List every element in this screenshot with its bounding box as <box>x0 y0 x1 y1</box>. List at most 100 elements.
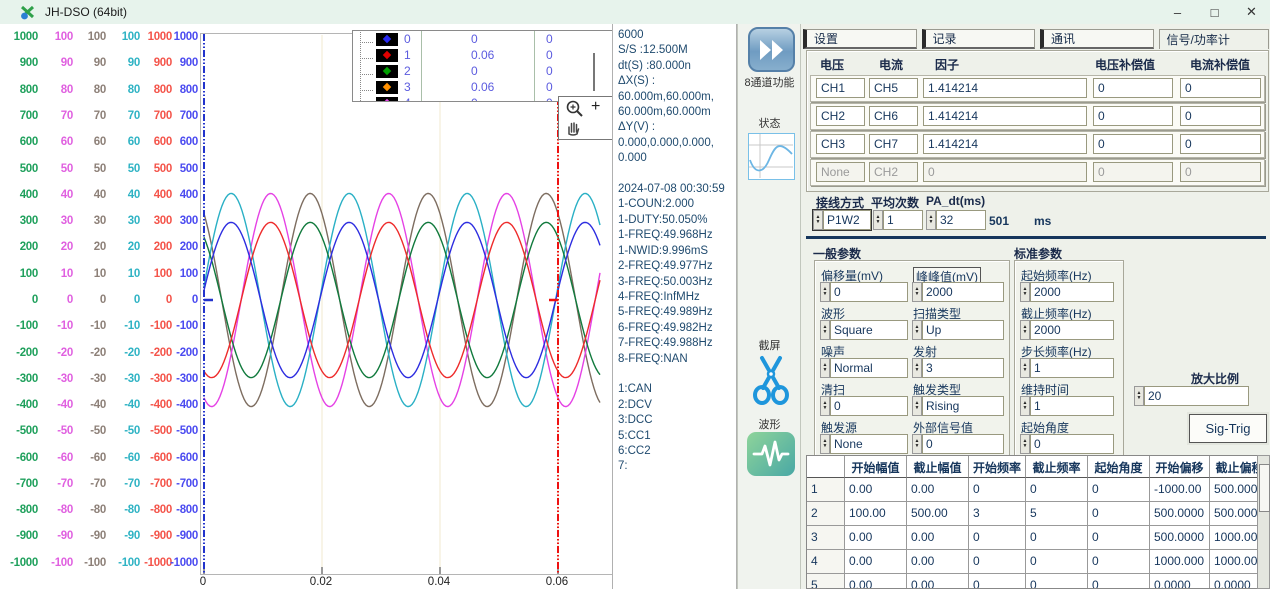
channel-i_comp-field[interactable]: 0 <box>1180 106 1261 126</box>
legend-marker[interactable] <box>376 33 398 46</box>
table-cell[interactable]: 1000.000 <box>1150 550 1210 574</box>
spinner-value[interactable]: 2000 <box>1030 282 1114 302</box>
general-param-spinner-4[interactable]: ▲ ▼Normal <box>820 358 908 378</box>
channel-voltage-field[interactable]: CH3 <box>816 134 865 154</box>
standard-param-spinner-2[interactable]: ▲ ▼1 <box>1020 358 1114 378</box>
spinner-value[interactable]: None <box>830 434 908 454</box>
table-scrollbar[interactable] <box>1257 455 1270 589</box>
spinner-arrows[interactable]: ▲ ▼ <box>1020 434 1030 454</box>
spinner-arrows[interactable]: ▲ ▼ <box>1020 358 1030 378</box>
channel-factor-field[interactable]: 1.414214 <box>923 78 1087 98</box>
standard-param-spinner-1[interactable]: ▲ ▼2000 <box>1020 320 1114 340</box>
channel-current-field[interactable]: CH7 <box>869 134 918 154</box>
channel-current-field[interactable]: CH6 <box>869 106 918 126</box>
table-cell[interactable]: 500.00 <box>907 502 969 526</box>
channel-voltage-field[interactable]: None <box>816 162 865 182</box>
spinner-value[interactable]: 0 <box>922 434 1004 454</box>
spinner-value[interactable]: 1 <box>883 210 923 230</box>
spinner-arrows[interactable]: ▲ ▼ <box>1020 320 1030 340</box>
standard-param-spinner-4[interactable]: ▲ ▼0 <box>1020 434 1114 454</box>
channel-current-field[interactable]: CH2 <box>869 162 918 182</box>
table-cell[interactable]: 5 <box>1026 502 1088 526</box>
channel-voltage-field[interactable]: CH1 <box>816 78 865 98</box>
minimize-button[interactable]: – <box>1159 0 1196 24</box>
table-cell[interactable]: -1000.00 <box>1150 478 1210 502</box>
spinner-value[interactable]: 32 <box>936 210 986 230</box>
general-param-spinner-9[interactable]: ▲ ▼0 <box>912 434 1004 454</box>
spinner-value[interactable]: 3 <box>922 358 1004 378</box>
spinner-value[interactable]: 2000 <box>1030 320 1114 340</box>
spinner-arrows[interactable]: ▲ ▼ <box>912 320 922 340</box>
channel-v_comp-field[interactable]: 0 <box>1093 78 1173 98</box>
spinner-arrows[interactable]: ▲ ▼ <box>820 434 830 454</box>
wiring-spinner-2[interactable]: ▲ ▼32 <box>926 210 986 230</box>
tab-1[interactable]: 记录 <box>922 29 1036 49</box>
spinner-value[interactable]: Square <box>830 320 908 340</box>
channel-factor-field[interactable]: 1.414214 <box>923 134 1087 154</box>
zoom-in-plus-icon[interactable]: + <box>591 98 600 116</box>
channel-v_comp-field[interactable]: 0 <box>1093 134 1173 154</box>
table-cell[interactable]: 0.00 <box>907 478 969 502</box>
table-cell[interactable]: 0 <box>1026 550 1088 574</box>
table-cell[interactable]: 0.00 <box>845 526 907 550</box>
table-cell[interactable]: 500.0000 <box>1150 502 1210 526</box>
general-param-spinner-1[interactable]: ▲ ▼2000 <box>912 282 1004 302</box>
channel-factor-field[interactable]: 0 <box>923 162 1087 182</box>
spinner-value[interactable]: 2000 <box>922 282 1004 302</box>
table-cell[interactable]: 0.0000 <box>1150 574 1210 589</box>
spinner-value[interactable]: 0 <box>1030 434 1114 454</box>
table-cell[interactable]: 0.00 <box>845 550 907 574</box>
channel-current-field[interactable]: CH5 <box>869 78 918 98</box>
legend-marker[interactable] <box>376 49 398 62</box>
wiring-spinner-0[interactable]: ▲ ▼P1W2 <box>813 210 871 230</box>
channel-factor-field[interactable]: 1.414214 <box>923 106 1087 126</box>
legend-row[interactable]: 30.060 <box>353 79 613 95</box>
spinner-arrows[interactable]: ▲ ▼ <box>873 210 883 230</box>
table-cell[interactable]: 0 <box>1088 526 1150 550</box>
waveform-plot[interactable] <box>200 33 614 575</box>
zoom-tool-icon[interactable] <box>564 99 586 119</box>
general-param-spinner-0[interactable]: ▲ ▼0 <box>820 282 908 302</box>
table-cell[interactable]: 0.00 <box>907 574 969 589</box>
table-cell[interactable]: 0.00 <box>907 550 969 574</box>
spinner-arrows[interactable]: ▲ ▼ <box>820 396 830 416</box>
spinner-arrows[interactable]: ▲ ▼ <box>1134 386 1144 406</box>
table-cell[interactable]: 0 <box>969 550 1026 574</box>
spinner-arrows[interactable]: ▲ ▼ <box>912 358 922 378</box>
general-param-spinner-3[interactable]: ▲ ▼Up <box>912 320 1004 340</box>
spinner-value[interactable]: 0 <box>830 396 908 416</box>
spinner-value[interactable]: Up <box>922 320 1004 340</box>
table-cell[interactable]: 0 <box>1088 550 1150 574</box>
eight-channel-function-button[interactable] <box>748 27 795 72</box>
channel-i_comp-field[interactable]: 0 <box>1180 78 1261 98</box>
spinner-arrows[interactable]: ▲ ▼ <box>912 282 922 302</box>
legend-marker[interactable] <box>376 65 398 78</box>
spinner-arrows[interactable]: ▲ ▼ <box>912 434 922 454</box>
close-button[interactable]: ✕ <box>1233 0 1270 24</box>
spinner-arrows[interactable]: ▲ ▼ <box>820 320 830 340</box>
table-cell[interactable]: 0 <box>1026 574 1088 589</box>
general-param-spinner-6[interactable]: ▲ ▼0 <box>820 396 908 416</box>
tab-0[interactable]: 设置 <box>803 29 917 49</box>
waveform-generator-button[interactable] <box>747 432 795 476</box>
status-indicator[interactable] <box>748 133 795 180</box>
channel-v_comp-field[interactable]: 0 <box>1093 162 1173 182</box>
waveform-canvas[interactable] <box>201 34 613 574</box>
tab-2[interactable]: 通讯 <box>1040 29 1154 49</box>
spinner-arrows[interactable]: ▲ ▼ <box>813 210 823 230</box>
legend-row[interactable]: 10.060 <box>353 47 613 63</box>
table-cell[interactable]: 0.00 <box>845 478 907 502</box>
table-cell[interactable]: 0 <box>1088 502 1150 526</box>
legend-scrollbar-thumb[interactable] <box>593 53 595 91</box>
spinner-arrows[interactable]: ▲ ▼ <box>912 396 922 416</box>
standard-param-spinner-3[interactable]: ▲ ▼1 <box>1020 396 1114 416</box>
spinner-value[interactable]: Rising <box>922 396 1004 416</box>
screenshot-button[interactable] <box>752 350 790 406</box>
legend-row[interactable]: 200 <box>353 63 613 79</box>
general-param-spinner-2[interactable]: ▲ ▼Square <box>820 320 908 340</box>
general-param-spinner-7[interactable]: ▲ ▼Rising <box>912 396 1004 416</box>
general-param-spinner-5[interactable]: ▲ ▼3 <box>912 358 1004 378</box>
channel-i_comp-field[interactable]: 0 <box>1180 162 1261 182</box>
table-cell[interactable]: 0 <box>1026 526 1088 550</box>
spinner-value[interactable]: 20 <box>1144 386 1249 406</box>
